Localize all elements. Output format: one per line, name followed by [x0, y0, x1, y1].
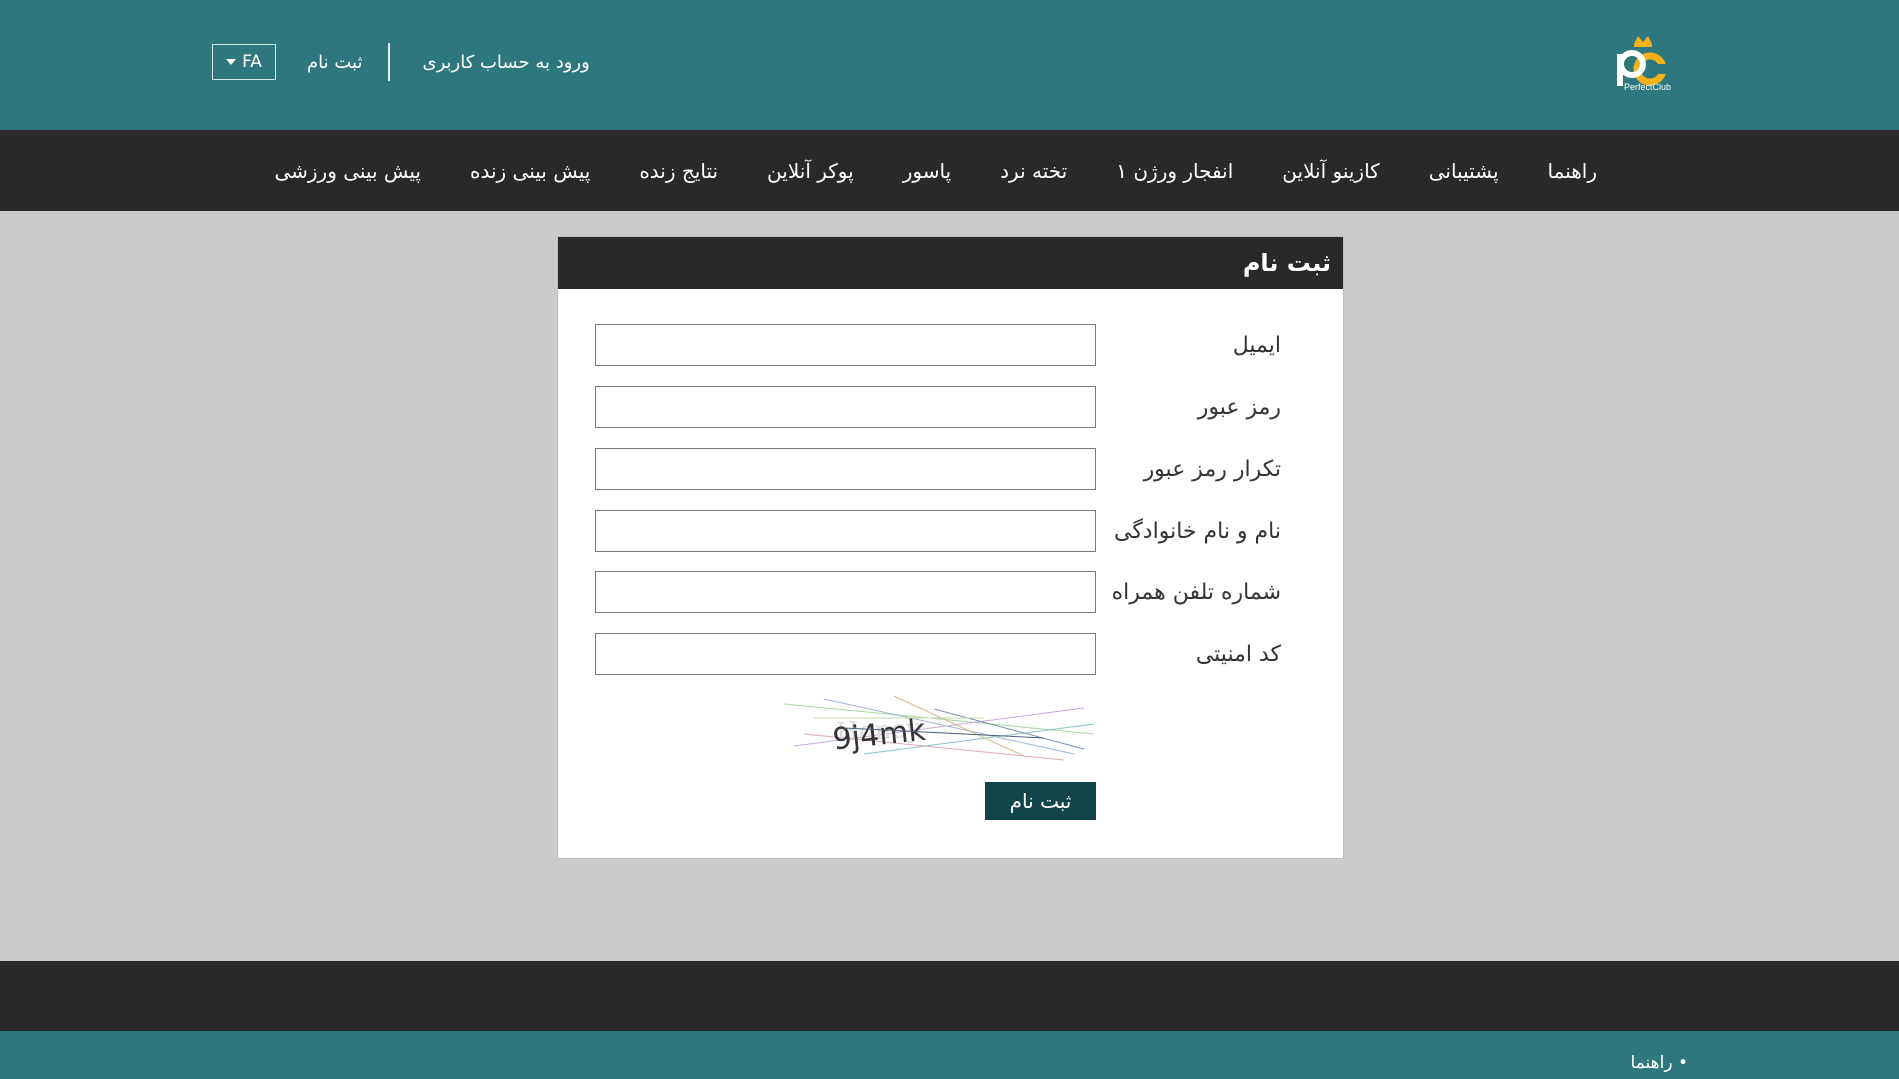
nav-item-live-betting[interactable]: پیش بینی زنده — [470, 159, 590, 183]
nav-item-online-casino[interactable]: کازینو آنلاین — [1282, 159, 1379, 183]
mobile-field[interactable] — [595, 571, 1096, 613]
full-name-row: نام و نام خانوادگی — [558, 510, 1343, 552]
language-label: FA — [242, 52, 262, 72]
register-title: ثبت نام — [558, 237, 1343, 289]
password-field[interactable] — [595, 386, 1096, 428]
caret-down-icon — [226, 59, 237, 65]
auth-links: FA ثبت نام ورود به حساب کاربری — [212, 43, 590, 81]
email-label: ایمیل — [1232, 332, 1281, 358]
mobile-row: شماره تلفن همراه — [558, 571, 1343, 613]
nav-item-crash[interactable]: انفجار ورژن ۱ — [1116, 159, 1233, 183]
confirm-password-field[interactable] — [595, 448, 1096, 490]
register-submit-button[interactable]: ثبت نام — [985, 782, 1096, 820]
nav-item-sports-betting[interactable]: پیش بینی ورزشی — [274, 159, 421, 183]
login-link[interactable]: ورود به حساب کاربری — [422, 52, 589, 73]
nav-item-support[interactable]: پشتیبانی — [1429, 159, 1499, 183]
confirm-password-label: تکرار رمز عبور — [1143, 456, 1281, 482]
email-row: ایمیل — [558, 324, 1343, 366]
security-code-row: کد امنیتی — [558, 633, 1343, 675]
email-field[interactable] — [595, 324, 1096, 366]
perfectclub-logo[interactable]: PerfectClub — [1610, 34, 1676, 96]
logo-text: PerfectClub — [1624, 82, 1671, 92]
password-label: رمز عبور — [1197, 394, 1281, 420]
crown-icon — [1634, 36, 1652, 47]
header-divider — [388, 43, 391, 81]
footer-bar: • راهنما — [0, 1031, 1899, 1079]
nav-list: پیش بینی ورزشی پیش بینی زنده نتایج زنده … — [274, 130, 1597, 211]
top-header: FA ثبت نام ورود به حساب کاربری PerfectCl… — [0, 0, 1899, 130]
register-panel: ثبت نام ایمیل رمز عبور تکرار رمز عبور نا… — [557, 236, 1344, 859]
password-row: رمز عبور — [558, 386, 1343, 428]
nav-item-pasur[interactable]: پاسور — [903, 159, 951, 183]
nav-item-online-poker[interactable]: پوکر آنلاین — [767, 159, 854, 183]
full-name-field[interactable] — [595, 510, 1096, 552]
confirm-password-row: تکرار رمز عبور — [558, 448, 1343, 490]
main-nav: پیش بینی ورزشی پیش بینی زنده نتایج زنده … — [0, 130, 1899, 211]
language-selector[interactable]: FA — [212, 44, 276, 80]
security-code-label: کد امنیتی — [1195, 641, 1281, 667]
register-link[interactable]: ثبت نام — [307, 52, 362, 73]
full-name-label: نام و نام خانوادگی — [1113, 518, 1281, 544]
footer-dark-band — [0, 961, 1899, 1031]
footer-help-link[interactable]: • راهنما — [1631, 1053, 1688, 1073]
nav-item-live-results[interactable]: نتایج زنده — [639, 159, 718, 183]
security-code-field[interactable] — [595, 633, 1096, 675]
nav-item-backgammon[interactable]: تخته نرد — [1000, 159, 1067, 183]
mobile-label: شماره تلفن همراه — [1111, 579, 1281, 605]
captcha-image: Honey 9j4mk — [784, 695, 1095, 761]
nav-item-help[interactable]: راهنما — [1548, 159, 1597, 183]
